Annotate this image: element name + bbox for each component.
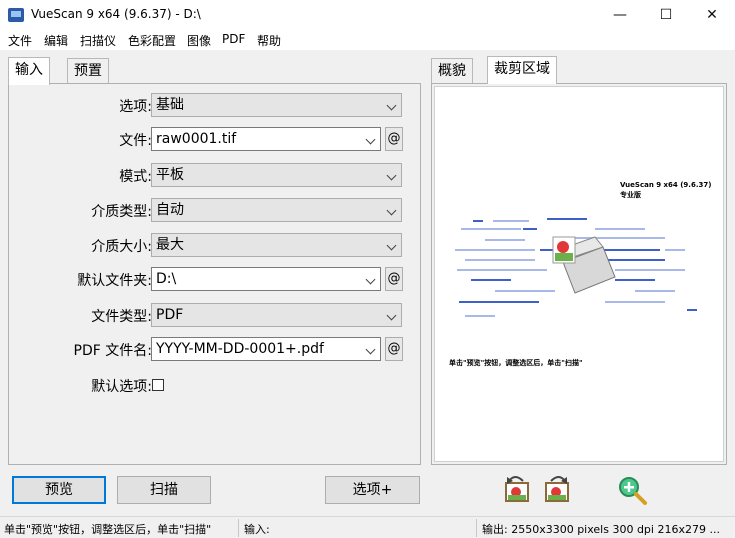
crop-panel: VueScan 9 x64 (9.6.37) 专业版 单击"预览"按钮，调整选区… xyxy=(431,83,727,465)
menu-help[interactable]: 帮助 xyxy=(257,32,281,49)
file-label: 文件: xyxy=(119,133,152,149)
pdf-name-combo[interactable]: YYYY-MM-DD-0001+.pdf xyxy=(151,337,381,361)
more-options-button[interactable]: 选项+ xyxy=(325,476,420,504)
title-bar: VueScan 9 x64 (9.6.37) - D:\ — ☐ ✕ xyxy=(0,0,735,30)
app-icon xyxy=(8,8,24,22)
options-select[interactable]: 基础 xyxy=(151,93,402,117)
default-folder-value: D:\ xyxy=(156,271,177,287)
menu-scanner[interactable]: 扫描仪 xyxy=(80,32,116,49)
window-title: VueScan 9 x64 (9.6.37) - D:\ xyxy=(31,7,201,21)
tab-input[interactable]: 输入 xyxy=(8,57,50,85)
media-size-select[interactable]: 最大 xyxy=(151,233,402,257)
status-divider xyxy=(238,519,239,537)
menu-file[interactable]: 文件 xyxy=(8,32,32,49)
preview-hint-text: 单击"预览"按钮，调整选区后，单击"扫描" xyxy=(449,358,583,367)
media-size-value: 最大 xyxy=(156,237,184,253)
options-value: 基础 xyxy=(156,97,184,113)
input-panel: 选项: 基础 文件: raw0001.tif @ 模式: 平板 介质类型: 自动… xyxy=(8,83,421,465)
folder-macro-button[interactable]: @ xyxy=(385,267,403,291)
chevron-down-icon xyxy=(365,134,376,145)
file-type-value: PDF xyxy=(156,307,184,323)
file-value: raw0001.tif xyxy=(156,131,237,147)
preview-illustration: VueScan 9 x64 (9.6.37) 专业版 单击"预览"按钮，调整选区… xyxy=(449,181,711,367)
preview-button[interactable]: 预览 xyxy=(12,476,106,504)
status-bar: 单击"预览"按钮，调整选区后，单击"扫描" 输入: 输出: 2550x3300 … xyxy=(0,516,735,538)
options-label: 选项: xyxy=(119,99,152,115)
rotate-left-icon[interactable] xyxy=(503,473,533,505)
rotate-right-icon[interactable] xyxy=(541,473,571,505)
tab-overview[interactable]: 概貌 xyxy=(431,58,473,84)
default-options-label: 默认选项: xyxy=(91,379,152,395)
file-type-label: 文件类型: xyxy=(91,309,152,325)
zoom-in-icon[interactable] xyxy=(617,475,649,507)
chevron-down-icon xyxy=(365,344,376,355)
chevron-down-icon xyxy=(386,240,397,251)
preview-canvas[interactable]: VueScan 9 x64 (9.6.37) 专业版 单击"预览"按钮，调整选区… xyxy=(434,86,724,462)
pdf-name-value: YYYY-MM-DD-0001+.pdf xyxy=(156,341,324,357)
media-type-select[interactable]: 自动 xyxy=(151,198,402,222)
maximize-button[interactable]: ☐ xyxy=(643,0,689,30)
media-type-value: 自动 xyxy=(156,202,184,218)
pdf-name-label: PDF 文件名: xyxy=(73,343,152,359)
minimize-button[interactable]: — xyxy=(597,0,643,30)
media-type-label: 介质类型: xyxy=(91,204,152,220)
menu-image[interactable]: 图像 xyxy=(187,32,211,49)
tab-prefs[interactable]: 预置 xyxy=(67,58,109,84)
close-button[interactable]: ✕ xyxy=(689,0,735,30)
status-divider xyxy=(476,519,477,537)
scanner-icon xyxy=(552,236,616,294)
chevron-down-icon xyxy=(386,100,397,111)
mode-value: 平板 xyxy=(156,167,184,183)
status-input: 输入: xyxy=(244,523,270,536)
menu-pdf[interactable]: PDF xyxy=(222,32,245,46)
status-hint: 单击"预览"按钮，调整选区后，单击"扫描" xyxy=(4,523,212,536)
chevron-down-icon xyxy=(386,170,397,181)
mode-label: 模式: xyxy=(119,169,152,185)
tab-crop[interactable]: 裁剪区域 xyxy=(487,56,557,84)
pdf-macro-button[interactable]: @ xyxy=(385,337,403,361)
chevron-down-icon xyxy=(386,310,397,321)
status-output: 输出: 2550x3300 pixels 300 dpi 216x279 ... xyxy=(482,523,720,536)
mode-select[interactable]: 平板 xyxy=(151,163,402,187)
menu-edit[interactable]: 编辑 xyxy=(44,32,68,49)
default-folder-label: 默认文件夹: xyxy=(77,273,152,289)
chevron-down-icon xyxy=(386,205,397,216)
menu-color-profile[interactable]: 色彩配置 xyxy=(128,32,176,49)
default-folder-combo[interactable]: D:\ xyxy=(151,267,381,291)
file-combo[interactable]: raw0001.tif xyxy=(151,127,381,151)
preview-brand-text: VueScan 9 x64 (9.6.37) xyxy=(620,181,711,189)
scan-button[interactable]: 扫描 xyxy=(117,476,211,504)
file-type-select[interactable]: PDF xyxy=(151,303,402,327)
media-size-label: 介质大小: xyxy=(91,239,152,255)
default-options-checkbox[interactable] xyxy=(152,379,164,391)
preview-edition-text: 专业版 xyxy=(620,190,641,199)
chevron-down-icon xyxy=(365,274,376,285)
file-macro-button[interactable]: @ xyxy=(385,127,403,151)
menu-bar: 文件 编辑 扫描仪 色彩配置 图像 PDF 帮助 xyxy=(0,30,735,50)
